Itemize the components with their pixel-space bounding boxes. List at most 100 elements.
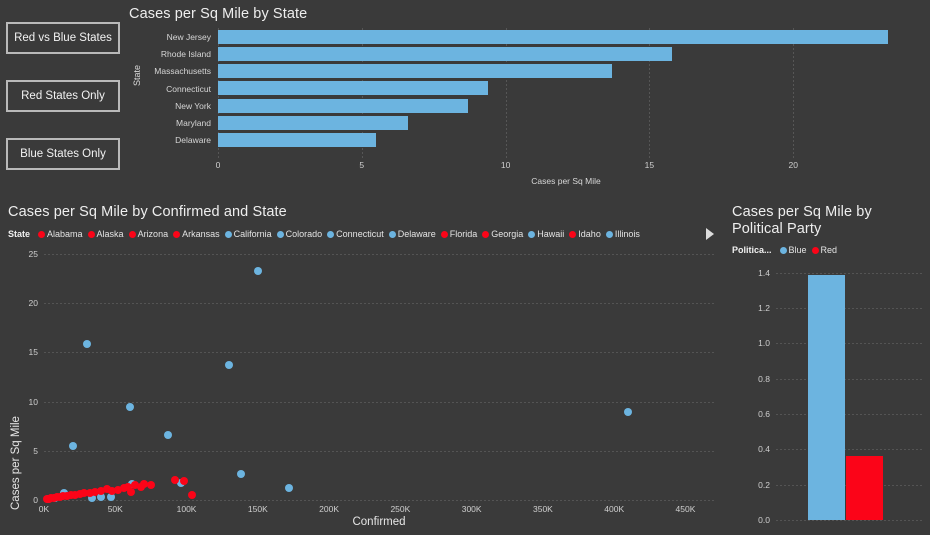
bar-segment[interactable]	[808, 274, 845, 520]
legend-label: Florida	[449, 229, 478, 239]
top-bar-chart-title: Cases per Sq Mile by State	[129, 6, 308, 22]
bar-category-label: New Jersey	[166, 31, 211, 42]
scatter-point[interactable]	[285, 484, 294, 493]
legend-label: Connecticut	[336, 229, 384, 239]
bar-segment[interactable]	[846, 456, 883, 520]
legend-item[interactable]: Idaho	[569, 229, 601, 239]
bar-track	[218, 132, 914, 149]
scatter-point[interactable]	[126, 488, 135, 497]
legend-label: Delaware	[397, 229, 436, 239]
top-bar-y-axis-title: State	[132, 64, 142, 86]
scatter-point[interactable]	[624, 408, 633, 417]
axis-tick-label: 0.0	[758, 515, 770, 525]
scatter-x-axis-title: Confirmed	[352, 516, 406, 528]
legend-item[interactable]: Delaware	[388, 229, 436, 239]
gridline	[44, 303, 714, 305]
legend-color-dot-icon	[276, 230, 284, 238]
axis-tick-label: 1.0	[758, 338, 770, 349]
triangle-right-icon[interactable]	[706, 228, 714, 240]
bar-segment[interactable]	[218, 116, 408, 131]
scatter-point[interactable]	[171, 476, 180, 485]
axis-tick-label: 5	[33, 445, 38, 456]
bar-segment[interactable]	[218, 64, 613, 79]
legend-color-dot-icon	[87, 230, 95, 238]
gridline	[776, 308, 922, 310]
bar-track	[218, 114, 914, 131]
bar-category-label: Connecticut	[166, 83, 211, 94]
legend-item[interactable]: California	[224, 229, 272, 239]
axis-tick-label: 0.6	[758, 409, 770, 420]
legend-item[interactable]: Alaska	[87, 229, 124, 239]
red-states-only-button[interactable]: Red States Only	[6, 80, 120, 112]
axis-tick-label: 0.4	[758, 444, 770, 455]
axis-tick-label: 300K	[461, 504, 482, 514]
axis-tick-label: 20	[788, 160, 798, 170]
scatter-point[interactable]	[179, 477, 188, 486]
scatter-point[interactable]	[188, 490, 197, 499]
gridline	[44, 352, 714, 354]
scatter-point[interactable]	[42, 495, 51, 503]
legend-item[interactable]: Arizona	[128, 229, 168, 239]
bar-segment[interactable]	[218, 133, 377, 148]
legend-label: Idaho	[578, 229, 601, 239]
red-vs-blue-states-button[interactable]: Red vs Blue States	[6, 22, 120, 54]
scatter-point[interactable]	[253, 266, 262, 275]
legend-label: Alabama	[47, 229, 83, 239]
scatter-point[interactable]	[82, 340, 91, 349]
legend-item[interactable]: Colorado	[276, 229, 323, 239]
axis-tick-label: 5	[359, 160, 365, 170]
axis-tick-label: 0.8	[758, 373, 770, 384]
scatter-point[interactable]	[146, 480, 155, 489]
legend-label: Red	[820, 245, 838, 255]
bar-track	[218, 63, 914, 80]
legend-item[interactable]: Alabama	[38, 229, 83, 239]
scatter-point[interactable]	[225, 361, 234, 370]
scatter-point[interactable]	[114, 486, 123, 495]
legend-item[interactable]: Florida	[440, 229, 478, 239]
legend-label: Blue	[788, 245, 807, 255]
axis-tick-label: 1.2	[758, 303, 770, 314]
table-row: Delaware	[144, 132, 914, 149]
scatter-plot-area: 0 5 10 15 20 25	[29, 246, 714, 505]
legend-item[interactable]: Red	[811, 245, 838, 255]
bar-segment[interactable]	[218, 46, 673, 61]
legend-color-dot-icon	[482, 230, 490, 238]
scatter-point[interactable]	[125, 403, 134, 412]
cases-per-sq-mile-by-state-chart: Cases per Sq Mile by State State New Jer…	[126, 0, 930, 192]
scatter-chart-title: Cases per Sq Mile by Confirmed and State	[8, 204, 287, 220]
axis-tick-label: 50K	[107, 504, 123, 514]
legend-color-dot-icon	[779, 246, 787, 254]
legend-item[interactable]: Blue	[779, 245, 807, 255]
gridline	[776, 414, 922, 416]
legend-label: Alaska	[96, 229, 124, 239]
bar-category-label: Delaware	[175, 135, 211, 146]
legend-item[interactable]: Illinois	[605, 229, 640, 239]
bar-segment[interactable]	[218, 81, 489, 96]
top-bar-rows: New Jersey Rhode Island Massachusetts Conne…	[144, 28, 914, 149]
bar-category-label: Rhode Island	[160, 48, 211, 59]
legend-item[interactable]: Hawaii	[528, 229, 564, 239]
button-label: Red States Only	[21, 90, 105, 102]
bar-segment[interactable]	[218, 98, 469, 113]
legend-label: California	[233, 229, 272, 239]
legend-item[interactable]: Connecticut	[327, 229, 384, 239]
legend-item[interactable]: Arkansas	[173, 229, 220, 239]
legend-item[interactable]: Georgia	[482, 229, 523, 239]
blue-states-only-button[interactable]: Blue States Only	[6, 138, 120, 170]
filter-button-panel: Red vs Blue States Red States Only Blue St…	[0, 22, 126, 170]
scatter-point[interactable]	[136, 483, 145, 492]
axis-tick-label: 400K	[604, 504, 625, 514]
table-row: New York	[144, 97, 914, 114]
gridline	[44, 500, 714, 501]
scatter-point[interactable]	[236, 470, 245, 479]
axis-tick-label: 0.2	[758, 479, 770, 490]
bar-category-label: Massachusetts	[154, 66, 211, 77]
gridline	[44, 401, 714, 403]
bar-segment[interactable]	[218, 29, 889, 44]
legend-color-dot-icon	[528, 230, 536, 238]
scatter-point[interactable]	[164, 431, 173, 440]
scatter-point[interactable]	[68, 441, 77, 450]
legend-color-dot-icon	[569, 230, 577, 238]
legend-label: Colorado	[285, 229, 323, 239]
party-legend: Politica... Blue Red	[732, 245, 837, 255]
